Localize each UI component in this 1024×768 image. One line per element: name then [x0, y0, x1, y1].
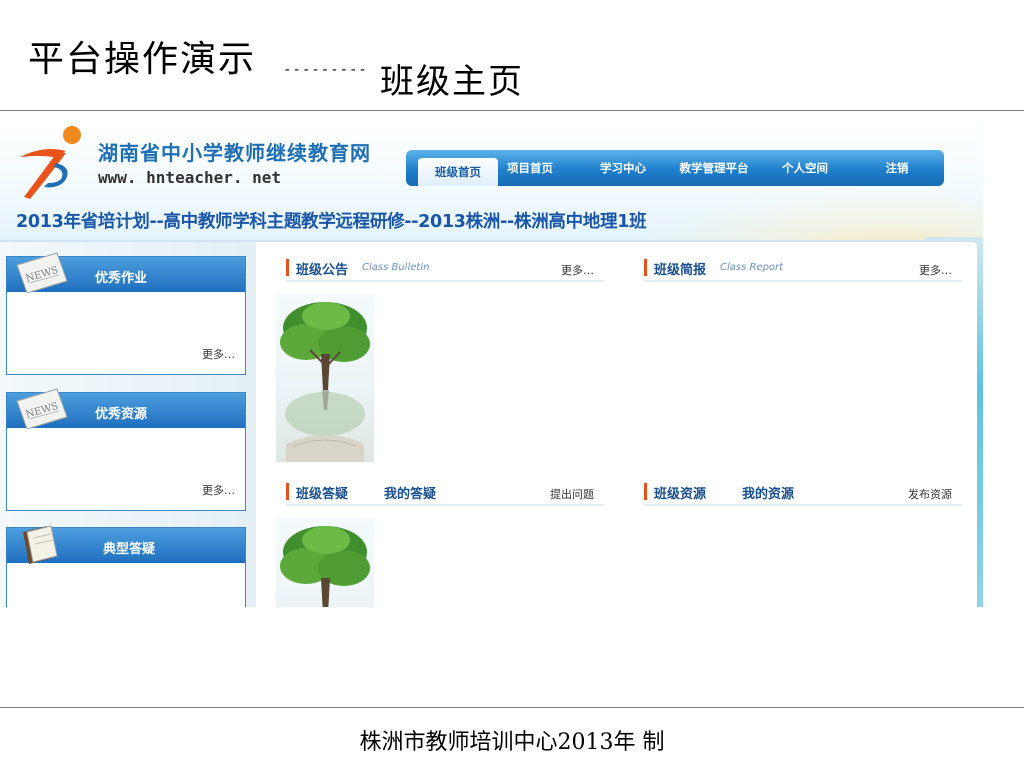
news-icon: NEWS	[16, 388, 68, 429]
ask-question-link[interactable]: 提出问题	[550, 486, 594, 502]
sidebar-box-excellent-resources: NEWS 优秀资源 更多…	[6, 388, 246, 511]
sidebar-box-title: 优秀作业	[95, 271, 148, 286]
sidebar-box-title: 典型答疑	[103, 542, 156, 557]
publish-resource-link[interactable]: 发布资源	[908, 486, 952, 502]
tab-my-qa[interactable]: 我的答疑	[384, 483, 436, 502]
top-divider	[0, 110, 1024, 111]
sidebar: NEWS 优秀作业 更多… NEWS 优秀资源 更多… 典型答疑	[0, 242, 256, 607]
qa-thumbnail	[276, 518, 374, 607]
nav-personal-space[interactable]: 个人空间	[778, 160, 832, 176]
nav-teaching-management[interactable]: 教学管理平台	[674, 160, 754, 176]
tree-image-icon	[280, 302, 370, 462]
sidebar-box-typical-qa: 典型答疑	[6, 525, 246, 607]
section-class-bulletin: 班级公告 Class Bulletin 更多…	[286, 254, 604, 282]
section-marker	[644, 483, 647, 500]
tab-my-resources[interactable]: 我的资源	[742, 483, 794, 502]
section-english-title: Class Bulletin	[362, 262, 430, 273]
bulletin-thumbnail	[276, 294, 374, 462]
site-logo-icon	[20, 126, 81, 199]
main-navigation: 班级首页 项目首页 学习中心 教学管理平台 个人空间 注销	[406, 150, 944, 186]
title-dash-separator: ---------	[283, 62, 368, 78]
slide-title: 平台操作演示	[28, 39, 257, 80]
section-title[interactable]: 班级答疑	[296, 483, 348, 502]
site-header: 湖南省中小学教师继续教育网 www. hnteacher. net 班级首页 项…	[0, 117, 983, 327]
sidebar-box-title: 优秀资源	[95, 407, 148, 422]
section-title[interactable]: 班级资源	[654, 483, 706, 502]
section-title: 班级简报	[654, 263, 707, 278]
more-link[interactable]: 更多…	[202, 346, 235, 362]
nav-learning-center[interactable]: 学习中心	[596, 160, 650, 176]
book-icon	[23, 525, 58, 564]
section-marker	[286, 259, 289, 276]
section-marker	[644, 259, 647, 276]
tree-image-icon	[280, 526, 370, 607]
sidebar-box-excellent-homework: NEWS 优秀作业 更多…	[6, 252, 246, 375]
more-link[interactable]: 更多…	[202, 482, 235, 498]
section-class-report: 班级简报 Class Report 更多…	[644, 254, 962, 282]
section-english-title: Class Report	[720, 262, 784, 273]
more-link[interactable]: 更多…	[919, 262, 952, 278]
nav-logout[interactable]: 注销	[882, 160, 912, 176]
section-class-qa: 班级答疑 我的答疑 提出问题	[286, 478, 604, 506]
section-title: 班级公告	[296, 263, 349, 278]
section-marker	[286, 483, 289, 500]
site-name: 湖南省中小学教师继续教育网	[98, 141, 371, 165]
content-panel: NEWS 优秀作业 更多… NEWS 优秀资源 更多… 典型答疑 班级公告 Cl…	[0, 240, 977, 607]
nav-class-home[interactable]: 班级首页	[418, 158, 498, 186]
class-title: 2013年省培计划--高中教师学科主题教学远程研修--2013株洲--株洲高中地…	[16, 212, 647, 232]
nav-project-home[interactable]: 项目首页	[506, 160, 554, 176]
bottom-divider	[0, 707, 1024, 708]
more-link[interactable]: 更多…	[561, 262, 594, 278]
class-homepage-screenshot: 湖南省中小学教师继续教育网 www. hnteacher. net 班级首页 项…	[0, 117, 983, 607]
slide-subtitle: 班级主页	[380, 62, 524, 102]
news-icon: NEWS	[16, 252, 68, 293]
section-class-resources: 班级资源 我的资源 发布资源	[644, 478, 962, 506]
slide-footer: 株洲市教师培训中心2013年 制	[359, 730, 665, 755]
site-url: www. hnteacher. net	[98, 168, 282, 187]
